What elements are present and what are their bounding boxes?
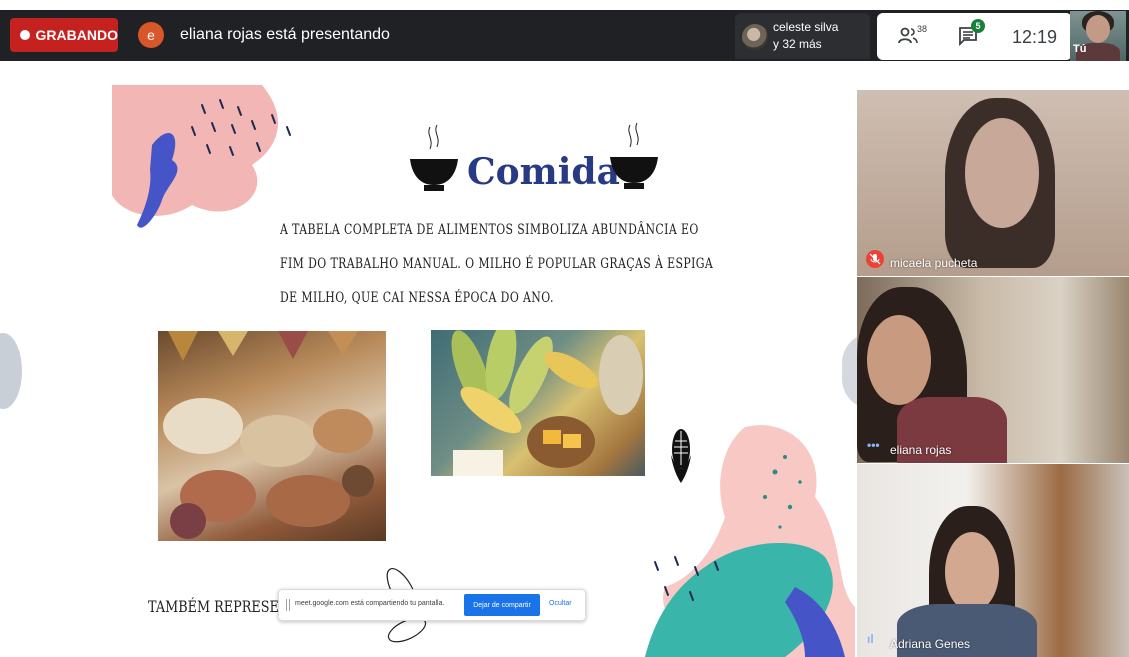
presenter-status: eliana rojas está presentando <box>180 26 390 43</box>
chat-unread-badge: 5 <box>971 19 985 33</box>
recording-badge: GRABANDO <box>10 18 118 52</box>
slide-title: Comida <box>467 151 620 193</box>
self-view-tile[interactable]: Tú <box>1070 11 1126 61</box>
food-photo-shapes <box>163 331 374 539</box>
participant-tile[interactable]: ıl Adriana Genes <box>857 464 1129 657</box>
audio-level-icon: ıl <box>867 632 874 646</box>
screen-share-bar: meet.google.com está compartiendo tu pan… <box>278 589 586 621</box>
self-label: Tú <box>1073 43 1087 55</box>
participants-button[interactable]: 38 <box>897 24 928 47</box>
share-message: meet.google.com está compartiendo tu pan… <box>295 600 445 607</box>
meeting-controls: 38 5 12:19 <box>877 13 1072 60</box>
corn-icon <box>671 429 691 483</box>
record-dot-icon <box>20 30 30 40</box>
participant-tile[interactable]: micaela pucheta <box>857 90 1129 276</box>
clock: 12:19 <box>1012 27 1058 47</box>
self-face <box>1086 15 1110 43</box>
participant-face <box>965 118 1039 228</box>
participant-name: eliana rojas <box>890 443 952 457</box>
slide-body-text: A tabela completa de alimentos simboliza… <box>280 222 714 306</box>
participant-name: Adriana Genes <box>890 637 971 651</box>
stop-sharing-button[interactable]: Dejar de compartir <box>464 594 540 616</box>
bowl-icon <box>610 122 658 189</box>
viewer-more: y 32 más <box>773 37 822 51</box>
chat-button[interactable]: 5 <box>957 19 985 49</box>
participant-face <box>867 315 931 405</box>
participant-tile[interactable]: ••• eliana rojas <box>857 277 1129 463</box>
drag-handle-icon[interactable] <box>286 599 290 611</box>
viewers-indicator[interactable]: celeste silva y 32 más <box>735 13 870 59</box>
hide-bar-button[interactable]: Ocultar <box>549 600 572 607</box>
presenter-avatar: e <box>138 22 164 48</box>
festive-food-table-photo <box>158 331 386 541</box>
participant-name: micaela pucheta <box>890 256 978 270</box>
recording-label: GRABANDO <box>35 27 118 43</box>
participant-face <box>945 532 999 612</box>
presentation-slide: Comida A tabela completa de alimentos si… <box>112 85 855 657</box>
bowl-icon <box>410 124 458 191</box>
people-icon <box>898 27 918 44</box>
mic-off-icon <box>866 250 884 268</box>
participants-count: 38 <box>917 24 928 34</box>
viewer-name: celeste silva <box>773 20 839 34</box>
audio-level-icon: ••• <box>867 438 880 452</box>
viewer-avatar <box>742 24 768 50</box>
